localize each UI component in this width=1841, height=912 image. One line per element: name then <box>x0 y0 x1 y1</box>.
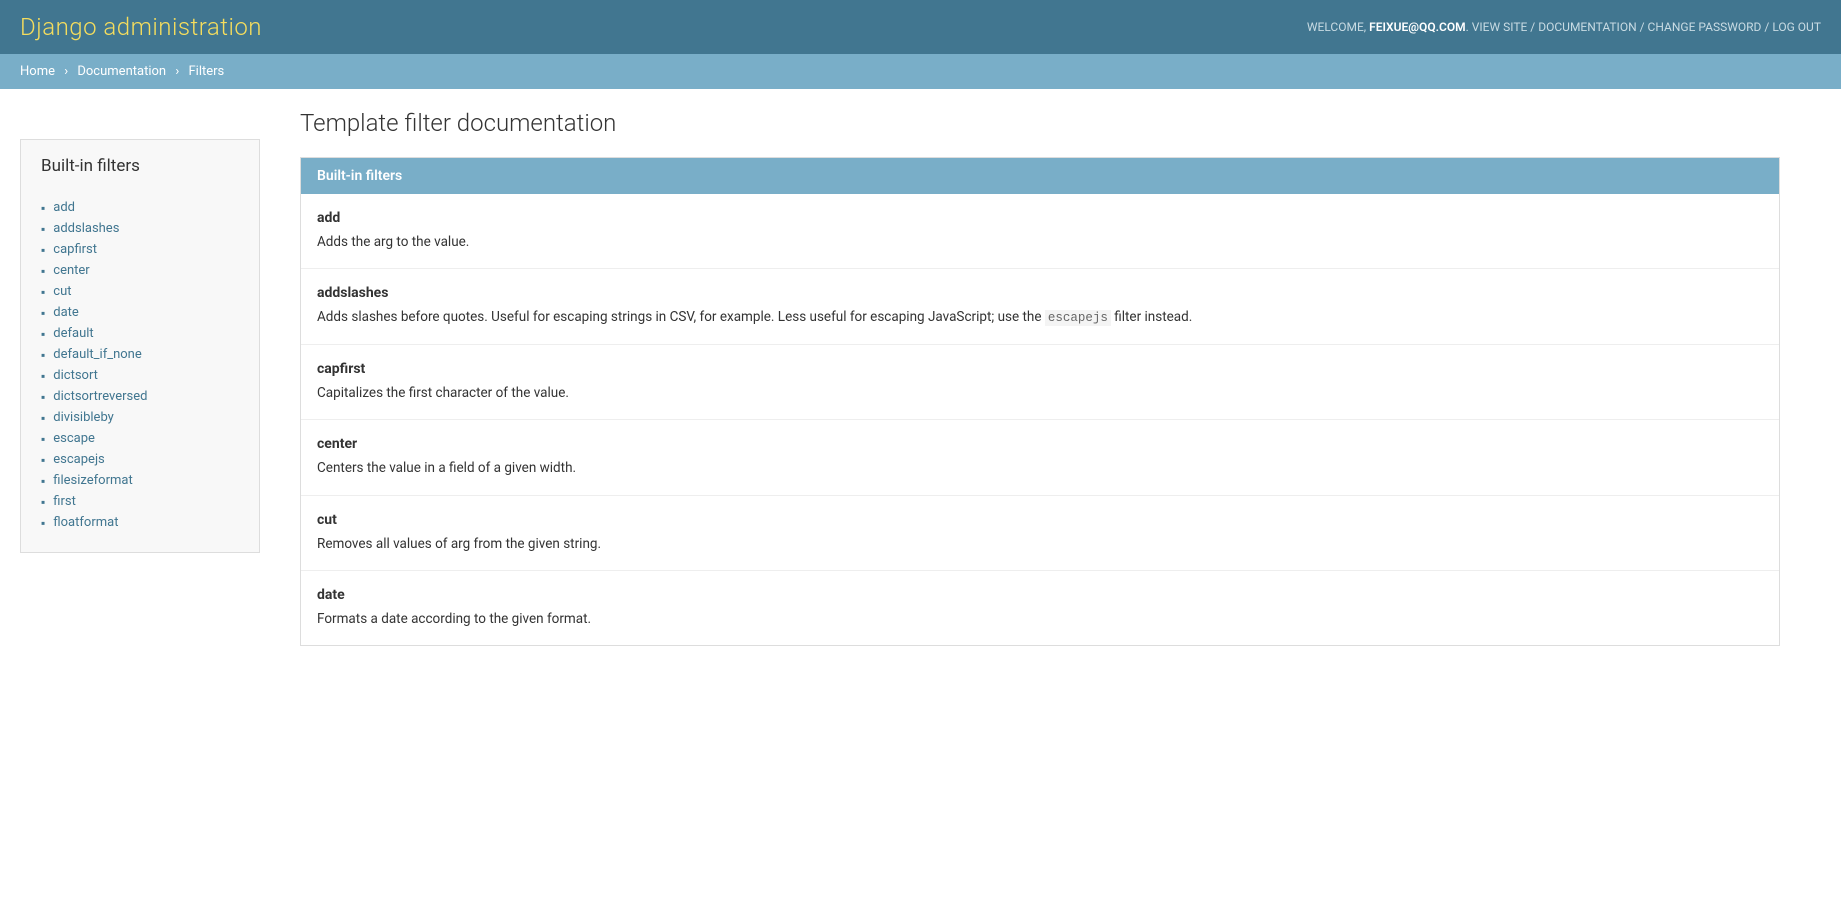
filter-desc-add: Adds the arg to the value. <box>317 232 1763 252</box>
change-password-link[interactable]: CHANGE PASSWORD <box>1648 20 1762 34</box>
documentation-link[interactable]: DOCUMENTATION <box>1538 20 1636 34</box>
filter-name-capfirst: capfirst <box>317 361 1763 377</box>
filter-entry-capfirst: capfirst Capitalizes the first character… <box>301 345 1779 420</box>
filter-entry-date: date Formats a date according to the giv… <box>301 571 1779 645</box>
sidebar-item: dictsort <box>41 368 239 383</box>
sidebar-item: escapejs <box>41 452 239 467</box>
view-site-link[interactable]: VIEW SITE <box>1472 20 1528 34</box>
sidebar-item: divisibleby <box>41 410 239 425</box>
sidebar-link-escapejs[interactable]: escapejs <box>53 452 105 467</box>
filter-name-add: add <box>317 210 1763 226</box>
sidebar-link-default-if-none[interactable]: default_if_none <box>53 347 141 362</box>
sidebar-link-floatformat[interactable]: floatformat <box>53 515 118 530</box>
sidebar-item: center <box>41 263 239 278</box>
site-title: Django administration <box>20 13 262 41</box>
filter-name-addslashes: addslashes <box>317 285 1763 301</box>
sidebar-link-capfirst[interactable]: capfirst <box>53 242 97 257</box>
page-title: Template filter documentation <box>300 109 1780 137</box>
breadcrumb-home[interactable]: Home <box>20 64 55 79</box>
sidebar-link-dictsortreversed[interactable]: dictsortreversed <box>53 389 147 404</box>
sidebar-link-first[interactable]: first <box>53 494 76 509</box>
filter-entry-addslashes: addslashes Adds slashes before quotes. U… <box>301 269 1779 345</box>
sidebar-link-divisibleby[interactable]: divisibleby <box>53 410 114 425</box>
sidebar-item: cut <box>41 284 239 299</box>
section-header: Built-in filters <box>301 158 1779 194</box>
filter-desc-addslashes: Adds slashes before quotes. Useful for e… <box>317 307 1763 328</box>
sidebar-item: default_if_none <box>41 347 239 362</box>
sidebar-item: escape <box>41 431 239 446</box>
sidebar-title: Built-in filters <box>41 156 239 184</box>
sidebar-link-center[interactable]: center <box>53 263 89 278</box>
breadcrumb-filters: Filters <box>188 64 224 79</box>
breadcrumb-bar: Home › Documentation › Filters <box>0 54 1841 89</box>
user-tools: WELCOME, FEIXUE@QQ.COM. VIEW SITE / DOCU… <box>1307 20 1821 34</box>
filter-name-cut: cut <box>317 512 1763 528</box>
doc-box: Built-in filters add Adds the arg to the… <box>300 157 1780 646</box>
sidebar-item: floatformat <box>41 515 239 530</box>
header: Django administration WELCOME, FEIXUE@QQ… <box>0 0 1841 54</box>
filter-entry-center: center Centers the value in a field of a… <box>301 420 1779 495</box>
sidebar-item: filesizeformat <box>41 473 239 488</box>
log-out-link[interactable]: LOG OUT <box>1772 20 1821 34</box>
sidebar-item: addslashes <box>41 221 239 236</box>
sidebar-item: capfirst <box>41 242 239 257</box>
filter-desc-cut: Removes all values of arg from the given… <box>317 534 1763 554</box>
welcome-prefix: WELCOME, <box>1307 20 1369 34</box>
sidebar-link-default[interactable]: default <box>53 326 93 341</box>
filter-entry-add: add Adds the arg to the value. <box>301 194 1779 269</box>
sidebar-link-dictsort[interactable]: dictsort <box>53 368 98 383</box>
filter-name-date: date <box>317 587 1763 603</box>
filter-desc-center: Centers the value in a field of a given … <box>317 458 1763 478</box>
code-escapejs: escapejs <box>1045 310 1111 326</box>
sidebar-box: Built-in filters add addslashes capfirst… <box>20 139 260 553</box>
username: FEIXUE@QQ.COM <box>1369 20 1466 34</box>
filter-entry-cut: cut Removes all values of arg from the g… <box>301 496 1779 571</box>
sidebar-link-filesizeformat[interactable]: filesizeformat <box>53 473 132 488</box>
breadcrumb-sep-2: › <box>175 64 179 79</box>
sidebar-item: dictsortreversed <box>41 389 239 404</box>
sidebar-item: add <box>41 200 239 215</box>
sidebar-link-addslashes[interactable]: addslashes <box>53 221 119 236</box>
sidebar-list: add addslashes capfirst center cut date … <box>41 200 239 530</box>
filter-name-center: center <box>317 436 1763 452</box>
sidebar-link-date[interactable]: date <box>53 305 79 320</box>
content-main: Built-in filters add addslashes capfirst… <box>0 89 1800 666</box>
filter-desc-capfirst: Capitalizes the first character of the v… <box>317 383 1763 403</box>
sidebar-link-escape[interactable]: escape <box>53 431 95 446</box>
sidebar: Built-in filters add addslashes capfirst… <box>20 139 260 646</box>
sidebar-item: default <box>41 326 239 341</box>
filter-desc-date: Formats a date according to the given fo… <box>317 609 1763 629</box>
doc-area: Template filter documentation Built-in f… <box>300 109 1780 646</box>
sidebar-item: date <box>41 305 239 320</box>
breadcrumb-documentation[interactable]: Documentation <box>77 64 166 79</box>
sidebar-link-add[interactable]: add <box>53 200 75 215</box>
breadcrumb-sep-1: › <box>64 64 68 79</box>
sidebar-item: first <box>41 494 239 509</box>
sidebar-link-cut[interactable]: cut <box>53 284 71 299</box>
